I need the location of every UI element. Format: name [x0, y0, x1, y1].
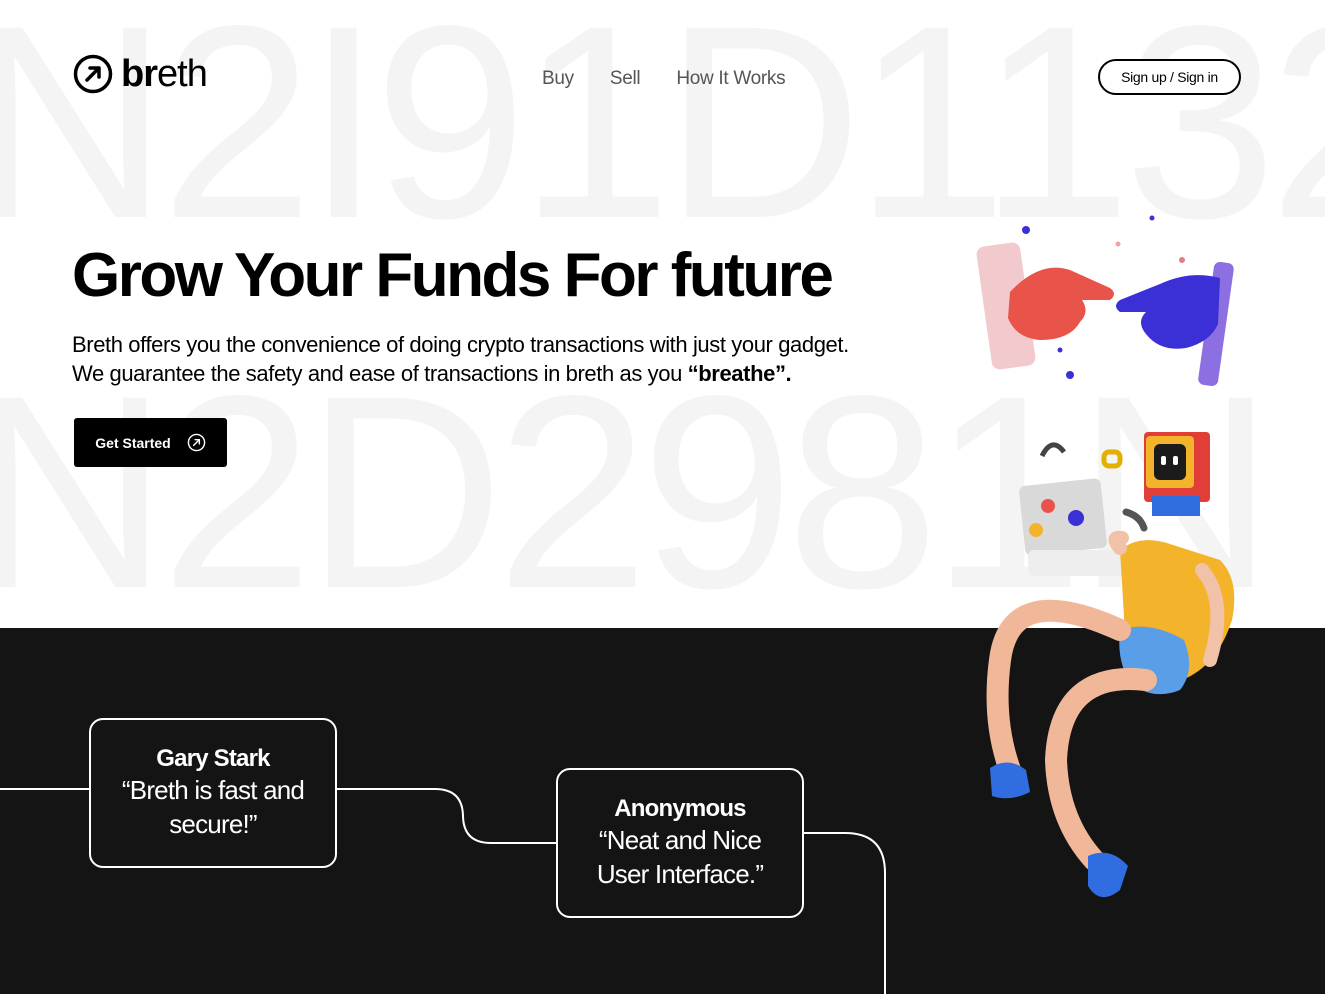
brand-logo[interactable]: breth: [73, 53, 208, 95]
hero-title: Grow Your Funds For future: [72, 241, 834, 310]
testimonial-card: Anonymous “Neat and Nice User Interface.…: [556, 768, 804, 918]
hero-illustration: [976, 215, 1235, 898]
testimonial-card: Gary Stark “Breth is fast and secure!”: [89, 718, 337, 868]
hero-description-emphasis: “breathe”.: [687, 361, 792, 386]
testimonial-author: Gary Stark: [156, 745, 270, 772]
hero-description: Breth offers you the convenience of doin…: [72, 330, 972, 388]
signup-signin-button[interactable]: Sign up / Sign in: [1098, 59, 1241, 95]
handshake-illustration: [976, 215, 1234, 387]
testimonial-author: Anonymous: [614, 795, 746, 822]
main-nav: Buy Sell How It Works: [542, 68, 786, 90]
nav-item-sell[interactable]: Sell: [610, 68, 641, 90]
nav-item-how-it-works[interactable]: How It Works: [676, 68, 785, 90]
testimonial-quote: “Neat and Nice User Interface.”: [596, 825, 764, 889]
hero-description-line-2: We guarantee the safety and ease of tran…: [72, 361, 688, 386]
arrow-up-right-circle-icon: [73, 54, 113, 94]
nav-item-buy[interactable]: Buy: [542, 68, 574, 90]
brand-name: breth: [121, 53, 208, 95]
get-started-label: Get Started: [95, 434, 171, 451]
get-started-button[interactable]: Get Started: [74, 418, 227, 467]
arrow-up-right-circle-icon: [187, 433, 206, 452]
floating-character-illustration: [986, 432, 1235, 898]
hero-description-line-1: Breth offers you the convenience of doin…: [72, 332, 849, 357]
testimonial-quote: “Breth is fast and secure!”: [121, 775, 305, 839]
